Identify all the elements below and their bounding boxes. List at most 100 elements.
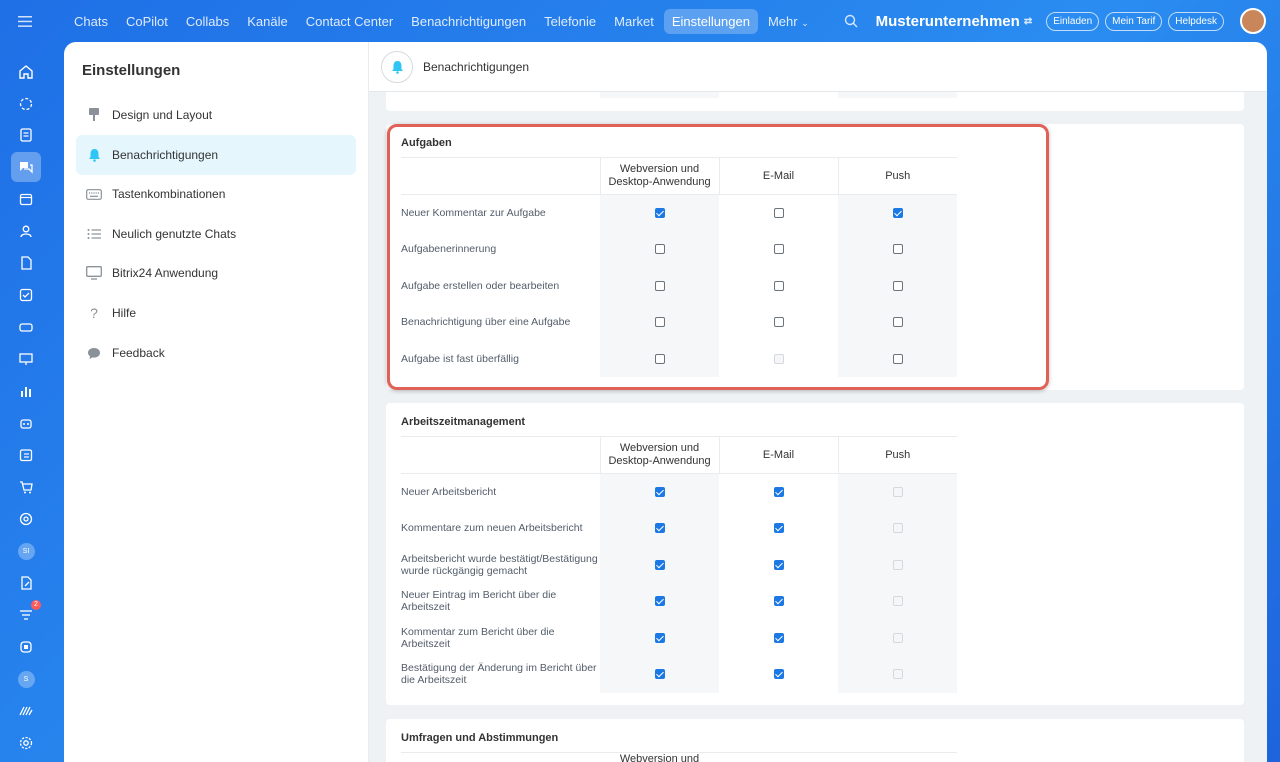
email-checkbox[interactable]: [773, 523, 784, 534]
table-row: Arbeitsbericht wurde bestätigt/Bestätigu…: [401, 546, 957, 583]
settings-icon[interactable]: [14, 731, 38, 755]
row-label: Neuer Arbeitsbericht: [401, 486, 497, 498]
cell-web: [600, 546, 719, 583]
sidebar-title: Einstellungen: [82, 62, 181, 79]
column-header-email: E-Mail: [718, 436, 838, 474]
user-avatar[interactable]: [1240, 8, 1266, 34]
web-checkbox[interactable]: [654, 523, 665, 534]
menu-icon[interactable]: [14, 10, 36, 32]
row-label: Bestätigung der Änderung im Bericht über…: [401, 662, 597, 687]
goals-icon[interactable]: [14, 507, 38, 531]
row-label: Kommentar zum Bericht über die Arbeitsze…: [401, 625, 555, 650]
tasks-icon[interactable]: [14, 283, 38, 307]
filter-icon[interactable]: 2: [14, 600, 41, 627]
email-checkbox[interactable]: [773, 487, 784, 498]
push-checkbox: [892, 559, 903, 570]
helpdesk-button[interactable]: Helpdesk: [1168, 11, 1224, 31]
web-checkbox[interactable]: [654, 596, 665, 607]
planner-icon[interactable]: [14, 443, 38, 467]
copilot-icon[interactable]: [14, 92, 38, 116]
row-label: Arbeitsbericht wurde bestätigt/Bestätigu…: [401, 552, 598, 577]
chat-icon[interactable]: [11, 152, 41, 182]
cell-email: [719, 583, 838, 620]
nav-mehr[interactable]: Mehr ⌄: [760, 9, 817, 34]
s-avatar[interactable]: S: [14, 667, 38, 691]
integrations-icon[interactable]: [14, 635, 38, 659]
sidebar-item-label: Neulich genutzte Chats: [112, 227, 237, 241]
analytics-icon[interactable]: [14, 379, 38, 403]
my-plan-button[interactable]: Mein Tarif: [1105, 11, 1163, 31]
sidebar-item-bitrix-anwendung[interactable]: Bitrix24 Anwendung: [76, 253, 356, 293]
keyboard-icon: [86, 186, 102, 202]
feed-icon[interactable]: [14, 123, 38, 147]
sidebar-item-hilfe[interactable]: ? Hilfe: [76, 293, 356, 333]
web-checkbox[interactable]: [654, 669, 665, 680]
push-checkbox: [892, 487, 903, 498]
push-checkbox: [892, 632, 903, 643]
web-checkbox[interactable]: [654, 632, 665, 643]
nav-benachrichtigungen[interactable]: Benachrichtigungen: [403, 9, 534, 34]
email-checkbox[interactable]: [773, 559, 784, 570]
question-icon: ?: [90, 305, 98, 321]
email-checkbox[interactable]: [773, 669, 784, 680]
sidebar-item-label: Tastenkombinationen: [112, 187, 226, 201]
sidebar-item-neulich-chats[interactable]: Neulich genutzte Chats: [76, 214, 356, 254]
list-icon: [86, 226, 102, 242]
company-name[interactable]: Musterunternehmen ⇄: [876, 13, 1033, 30]
nav-market[interactable]: Market: [606, 9, 662, 34]
push-checkbox: [892, 596, 903, 607]
si-avatar[interactable]: SI: [14, 539, 38, 563]
prev-col-shade: [600, 92, 719, 98]
swap-icon: ⇄: [1023, 15, 1033, 27]
presentation-icon[interactable]: [14, 347, 38, 371]
arbeitszeit-rows: Neuer Arbeitsbericht Kommentare zum neuen…: [401, 473, 957, 693]
cell-push: [838, 583, 957, 620]
sidebar-item-feedback[interactable]: Feedback: [76, 333, 356, 373]
calendar-icon[interactable]: [14, 187, 38, 211]
sidebar-item-design[interactable]: Design und Layout: [76, 95, 356, 135]
sidebar-item-label: Design und Layout: [112, 108, 213, 122]
section-title: Arbeitszeitmanagement: [401, 416, 526, 428]
nav-copilot[interactable]: CoPilot: [118, 9, 176, 34]
bitrix-logo-icon[interactable]: [14, 699, 38, 723]
top-nav: Chats CoPilot Collabs Kanäle Contact Cen…: [66, 9, 817, 34]
sidebar-item-label: Hilfe: [112, 306, 137, 320]
search-icon[interactable]: [844, 14, 858, 28]
row-label: Kommentare zum neuen Arbeitsbericht: [401, 522, 583, 535]
cell-email: [719, 656, 838, 693]
nav-collabs[interactable]: Collabs: [178, 9, 237, 34]
nav-contact-center[interactable]: Contact Center: [298, 9, 401, 34]
company-label: Musterunternehmen: [875, 12, 1020, 30]
shop-icon[interactable]: [14, 475, 38, 499]
contacts-icon[interactable]: [14, 219, 38, 243]
nav-telefonie[interactable]: Telefonie: [536, 9, 604, 34]
drive-icon[interactable]: [14, 315, 38, 339]
table-header-row: Webversion und Desktop-Anwendung E-Mail …: [401, 436, 957, 474]
table-row: Kommentare zum neuen Arbeitsbericht: [401, 510, 957, 547]
bell-icon: [86, 147, 102, 163]
cell-email: [719, 474, 838, 511]
web-checkbox[interactable]: [654, 487, 665, 498]
sidebar-item-tastenkombinationen[interactable]: Tastenkombinationen: [76, 174, 356, 214]
speech-bubble-icon: [86, 345, 102, 361]
web-checkbox[interactable]: [654, 559, 665, 570]
robot-icon[interactable]: [14, 411, 38, 435]
edit-icon[interactable]: [14, 571, 38, 595]
nav-kanaele[interactable]: Kanäle: [239, 9, 295, 34]
brush-icon: [86, 107, 102, 123]
nav-mehr-label: Mehr: [767, 14, 798, 29]
cell-web: [600, 656, 719, 693]
invite-button[interactable]: Einladen: [1046, 11, 1100, 31]
push-checkbox: [892, 669, 903, 680]
settings-sidebar: Einstellungen Design und Layout Benachri…: [64, 42, 369, 762]
docs-icon[interactable]: [14, 251, 38, 275]
nav-chats[interactable]: Chats: [66, 9, 116, 34]
email-checkbox[interactable]: [773, 596, 784, 607]
table-row: Neuer Arbeitsbericht: [401, 473, 957, 511]
nav-einstellungen[interactable]: Einstellungen: [663, 9, 758, 34]
home-icon[interactable]: [14, 60, 38, 84]
email-checkbox[interactable]: [773, 632, 784, 643]
monitor-icon: [86, 265, 102, 281]
content-header: Benachrichtigungen: [369, 42, 1267, 92]
sidebar-item-benachrichtigungen[interactable]: Benachrichtigungen: [76, 135, 356, 175]
